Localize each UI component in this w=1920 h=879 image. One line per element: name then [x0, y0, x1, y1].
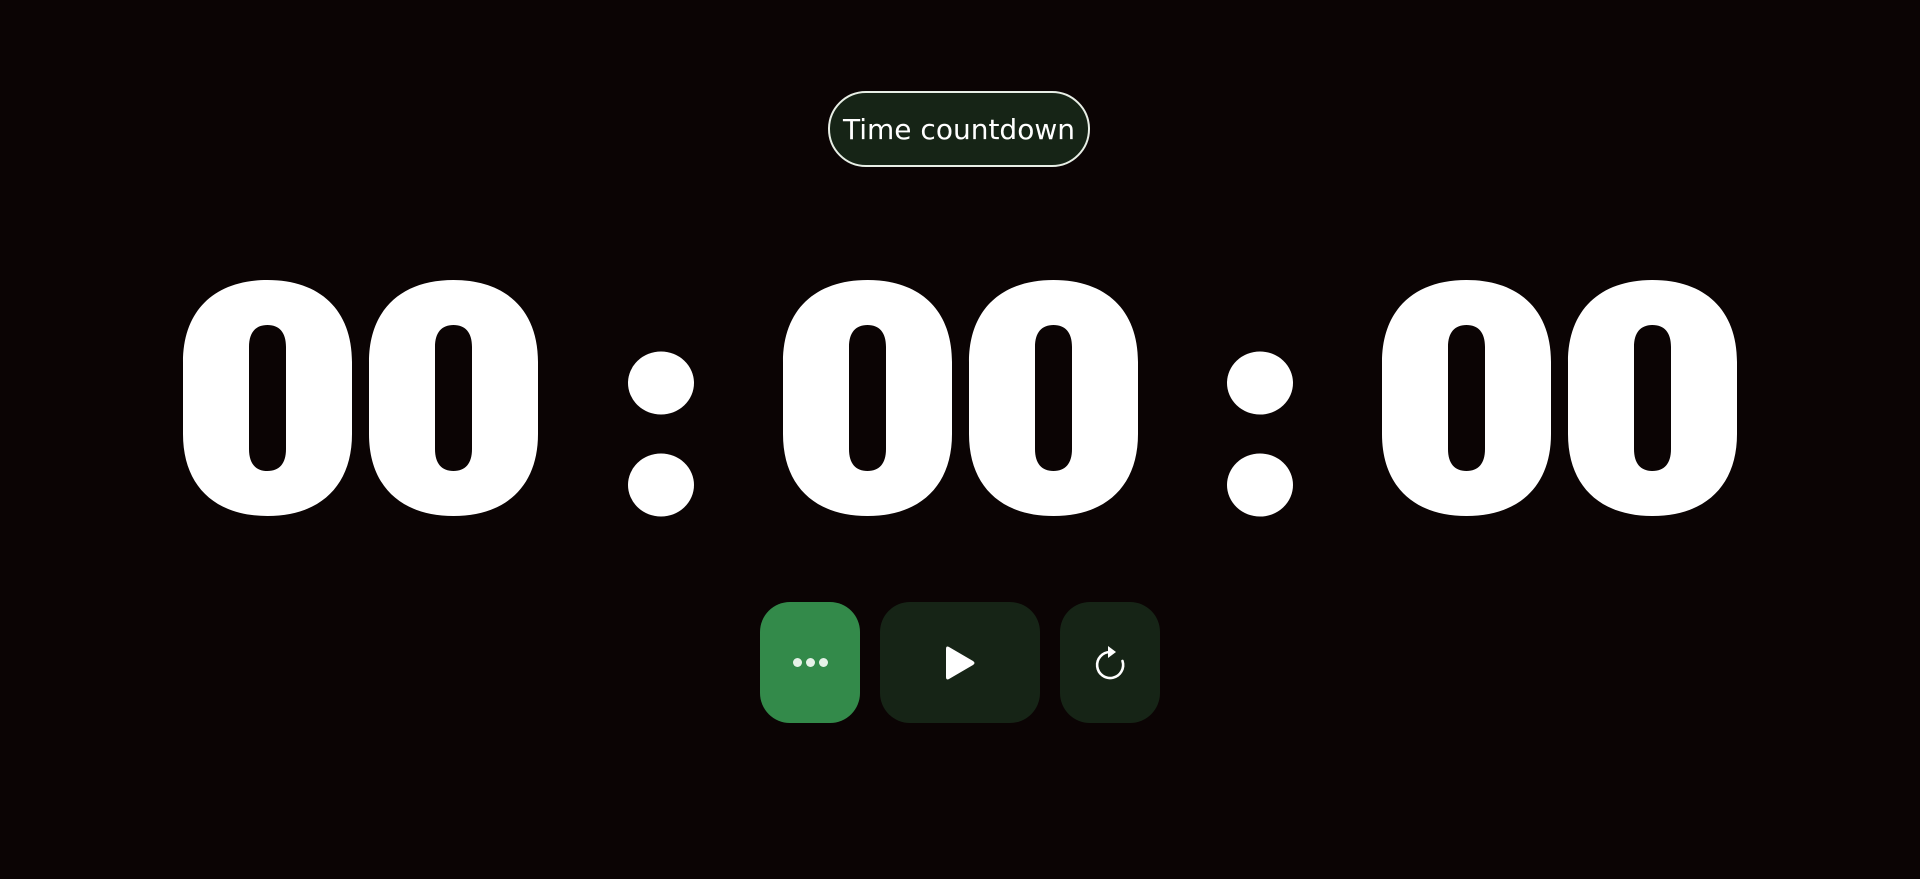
- minutes-digit-2: [966, 280, 1141, 516]
- play-icon: [946, 646, 975, 679]
- seconds-digit-2: [1565, 280, 1740, 516]
- title-badge: Time countdown: [828, 91, 1090, 167]
- hours-digit-2: [366, 280, 541, 516]
- minutes-digit-1: [780, 280, 955, 516]
- reset-icon: [1095, 645, 1125, 679]
- reset-button[interactable]: [1060, 602, 1160, 723]
- time-separator: [1226, 351, 1294, 517]
- seconds-digit-1: [1379, 280, 1554, 516]
- more-options-button[interactable]: [760, 602, 860, 723]
- play-button[interactable]: [880, 602, 1040, 723]
- more-horizontal-icon: [792, 658, 828, 667]
- hours-digit-1: [180, 280, 355, 516]
- time-separator: [627, 351, 695, 517]
- page-title: Time countdown: [843, 112, 1075, 146]
- countdown-page: Time countdown: [0, 0, 1920, 879]
